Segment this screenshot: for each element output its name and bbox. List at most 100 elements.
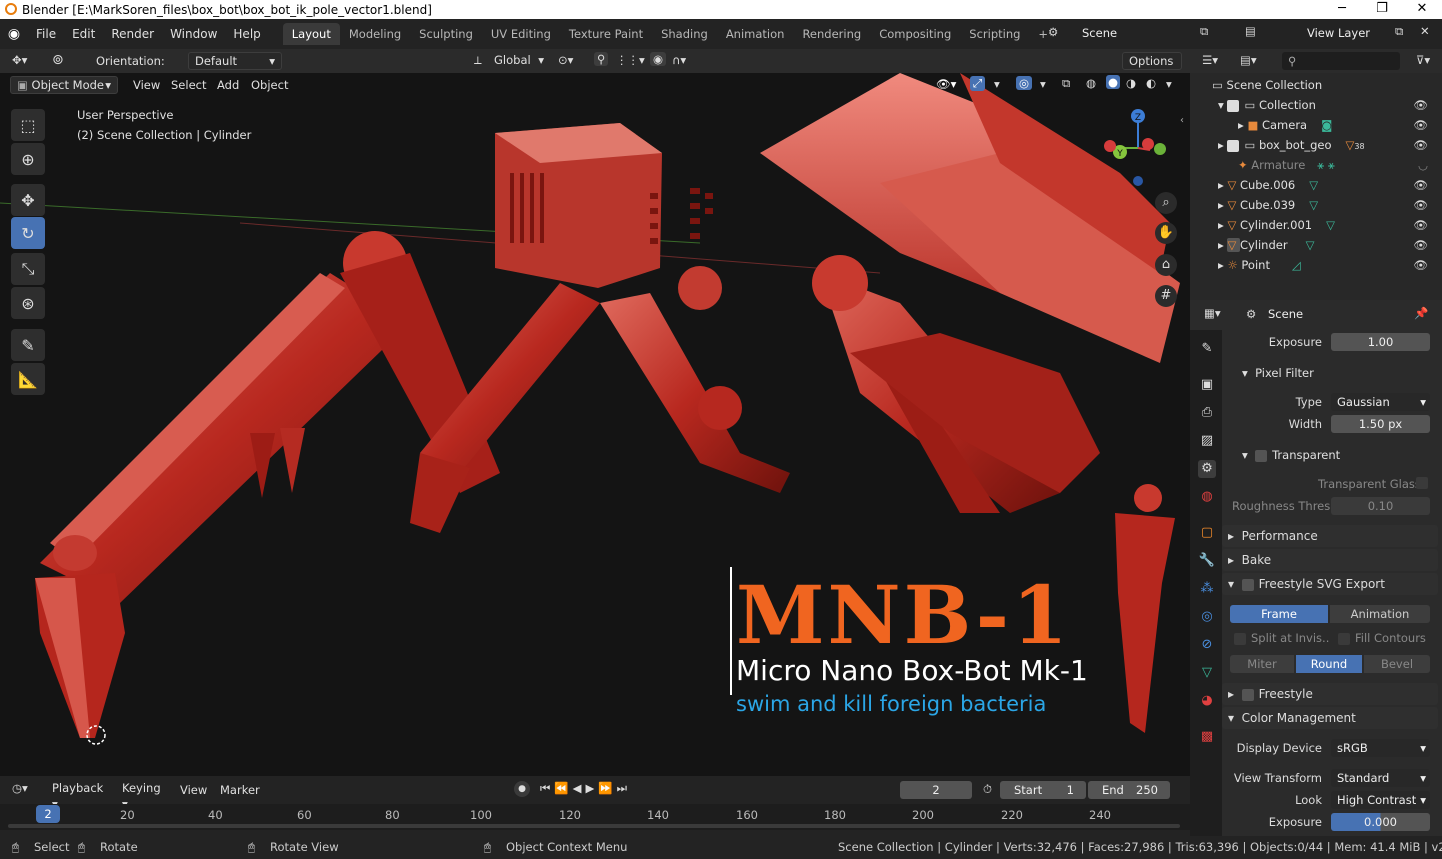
view-layer-icon[interactable]: ▤ bbox=[1245, 24, 1256, 38]
end-frame-field[interactable]: End 250 bbox=[1088, 781, 1170, 799]
properties-editor-type-icon[interactable]: ▦▾ bbox=[1204, 306, 1221, 320]
shading-dropdown-icon[interactable]: ▾ bbox=[1166, 77, 1172, 91]
bake-panel[interactable]: ▸ Bake bbox=[1222, 549, 1438, 571]
display-mode-icon[interactable]: ▤▾ bbox=[1240, 53, 1257, 67]
tab-shading[interactable]: Shading bbox=[652, 23, 717, 45]
current-frame-field[interactable]: 2 bbox=[900, 781, 972, 799]
particles-tab-icon[interactable]: ⁂ bbox=[1198, 580, 1216, 598]
scale-tool-icon[interactable]: ⤡ bbox=[11, 253, 45, 285]
menu-file[interactable]: File bbox=[28, 27, 64, 41]
freestyle-svg-panel[interactable]: ▾ Freestyle SVG Export bbox=[1222, 573, 1438, 595]
tab-uv-editing[interactable]: UV Editing bbox=[482, 23, 560, 45]
annotate-tool-icon[interactable]: ✎ bbox=[11, 329, 45, 361]
eye-icon[interactable]: 👁 bbox=[1413, 95, 1428, 115]
outliner-row-camera[interactable]: ▸ ■ Camera ◙ 👁 bbox=[1190, 115, 1442, 135]
select-box-tool-icon[interactable]: ⬚ bbox=[11, 109, 45, 141]
remove-view-layer-icon[interactable]: ✕ bbox=[1420, 24, 1430, 38]
pivot-point-icon[interactable]: ⊙▾ bbox=[558, 53, 573, 67]
proportional-edit-icon[interactable]: ◉ bbox=[650, 52, 667, 66]
3d-viewport[interactable]: User Perspective (2) Scene Collection | … bbox=[0, 73, 1190, 776]
split-at-invisible-checkbox[interactable]: Split at Invis.. bbox=[1234, 631, 1329, 645]
timeline-view-menu[interactable]: View bbox=[180, 783, 207, 797]
eye-icon[interactable]: 👁 bbox=[1413, 135, 1428, 155]
zoom-icon[interactable]: ⌕ bbox=[1155, 192, 1177, 214]
view-layer-name[interactable]: View Layer bbox=[1307, 26, 1370, 40]
shading-wireframe-icon[interactable]: ◍ bbox=[1086, 76, 1096, 90]
bevel-button[interactable]: Bevel bbox=[1364, 655, 1430, 673]
xray-icon[interactable]: ⧉ bbox=[1062, 76, 1070, 91]
view-transform-dropdown[interactable]: Standard ▾ bbox=[1331, 769, 1430, 787]
output-tab-icon[interactable]: ⎙ bbox=[1198, 404, 1216, 422]
keying-menu[interactable]: Keying ▾ bbox=[116, 780, 174, 811]
menu-help[interactable]: Help bbox=[225, 27, 268, 41]
move-tool-icon[interactable]: ✥ bbox=[11, 184, 45, 216]
object-tab-icon[interactable]: ▢ bbox=[1198, 524, 1216, 542]
tab-scripting[interactable]: Scripting bbox=[960, 23, 1029, 45]
snap-toggle-icon[interactable]: ⚲ bbox=[594, 52, 609, 66]
eye-icon[interactable]: 👁 bbox=[1413, 115, 1428, 135]
eye-icon[interactable]: 👁 bbox=[1413, 175, 1428, 195]
outliner-row-cube006[interactable]: ▸ ▽ Cube.006 ▽ 👁 bbox=[1190, 175, 1442, 195]
tab-sculpting[interactable]: Sculpting bbox=[410, 23, 482, 45]
outliner-root[interactable]: ▭ Scene Collection bbox=[1190, 75, 1442, 95]
tool-tab-icon[interactable]: ✎ bbox=[1198, 340, 1216, 358]
playback-controls[interactable]: ⏮⏪◀▶⏩⏭ bbox=[540, 781, 631, 796]
menu-object[interactable]: Object bbox=[251, 78, 288, 92]
orientation-dropdown[interactable]: Default ▾ bbox=[188, 52, 282, 70]
copy-scene-icon[interactable]: ⧉ bbox=[1200, 24, 1208, 39]
width-field[interactable]: 1.50 px bbox=[1331, 415, 1430, 433]
mode-dropdown[interactable]: ▣ Object Mode ▾ bbox=[10, 76, 118, 94]
start-frame-field[interactable]: Start 1 bbox=[1000, 781, 1086, 799]
constraints-tab-icon[interactable]: ⊘ bbox=[1198, 636, 1216, 654]
pixel-filter-header[interactable]: ▾ Pixel Filter bbox=[1242, 366, 1314, 380]
menu-window[interactable]: Window bbox=[162, 27, 225, 41]
blender-menu-icon[interactable]: ◉ bbox=[0, 26, 28, 42]
eye-icon[interactable]: 👁 bbox=[1413, 255, 1428, 275]
physics-tab-icon[interactable]: ◎ bbox=[1198, 608, 1216, 626]
texture-tab-icon[interactable]: ▩ bbox=[1198, 728, 1216, 746]
cursor-tool-icon[interactable]: ⊕ bbox=[11, 143, 45, 175]
shading-rendered-icon[interactable]: ◐ bbox=[1146, 76, 1156, 90]
view-layer-tab-icon[interactable]: ▨ bbox=[1198, 432, 1216, 450]
transform-tool-icon[interactable]: ⊛ bbox=[11, 287, 45, 319]
tab-compositing[interactable]: Compositing bbox=[870, 23, 960, 45]
outliner-row-collection[interactable]: ▾ ▭ Collection 👁 bbox=[1190, 95, 1442, 115]
tab-texture-paint[interactable]: Texture Paint bbox=[560, 23, 652, 45]
transparent-glass-checkbox[interactable] bbox=[1416, 477, 1428, 489]
timeline-marker-menu[interactable]: Marker bbox=[220, 783, 260, 797]
eye-icon[interactable]: 👁 bbox=[1413, 215, 1428, 235]
material-tab-icon[interactable]: ◕ bbox=[1198, 692, 1216, 710]
exposure-field[interactable]: 1.00 bbox=[1331, 333, 1430, 351]
ortho-grid-icon[interactable]: # bbox=[1155, 285, 1177, 307]
outliner-row-cylinder[interactable]: ▸ ▽ Cylinder ▽ 👁 bbox=[1190, 235, 1442, 255]
timeline-scrollbar[interactable] bbox=[8, 824, 1180, 828]
timer-icon[interactable]: ⏱ bbox=[983, 782, 992, 797]
miter-button[interactable]: Miter bbox=[1230, 655, 1294, 673]
freestyle-panel[interactable]: ▸ Freestyle bbox=[1222, 683, 1438, 705]
minimize-button[interactable]: ─ bbox=[1322, 0, 1362, 19]
outliner-row-point[interactable]: ▸ ☼ Point ◿ 👁 bbox=[1190, 255, 1442, 275]
roughness-field[interactable]: 0.10 bbox=[1331, 497, 1430, 515]
visibility-icon[interactable]: 👁▾ bbox=[936, 77, 956, 91]
timeline-ruler[interactable]: 2 20 40 60 80 100 120 140 160 180 200 22… bbox=[0, 804, 1190, 830]
scene-name[interactable]: Scene bbox=[1082, 26, 1117, 40]
shading-solid-icon[interactable]: ● bbox=[1106, 75, 1121, 89]
snap-type-icon[interactable]: ⋮⋮▾ bbox=[616, 53, 645, 67]
outliner-search-input[interactable]: ⚲ bbox=[1282, 52, 1400, 70]
playback-menu[interactable]: Playback ▾ bbox=[46, 780, 114, 811]
gizmo-toggle-icon[interactable]: ⤢ bbox=[970, 76, 986, 91]
menu-select[interactable]: Select bbox=[171, 78, 206, 92]
data-tab-icon[interactable]: ▽ bbox=[1198, 664, 1216, 682]
record-icon[interactable]: ● bbox=[514, 781, 530, 797]
round-button[interactable]: Round bbox=[1296, 655, 1362, 673]
editor-type-icon[interactable]: ☰▾ bbox=[1202, 53, 1218, 67]
world-tab-icon[interactable]: ◍ bbox=[1198, 488, 1216, 506]
close-button[interactable]: ✕ bbox=[1402, 0, 1442, 19]
filter-icon[interactable]: ⊽▾ bbox=[1416, 53, 1430, 67]
falloff-icon[interactable]: ∩▾ bbox=[672, 53, 686, 67]
scene-icon[interactable]: ⚙ bbox=[1048, 25, 1058, 39]
tab-modeling[interactable]: Modeling bbox=[340, 23, 410, 45]
menu-view[interactable]: View bbox=[133, 78, 160, 92]
eye-icon[interactable]: 👁 bbox=[1413, 195, 1428, 215]
measure-tool-icon[interactable]: 📐 bbox=[11, 363, 45, 395]
